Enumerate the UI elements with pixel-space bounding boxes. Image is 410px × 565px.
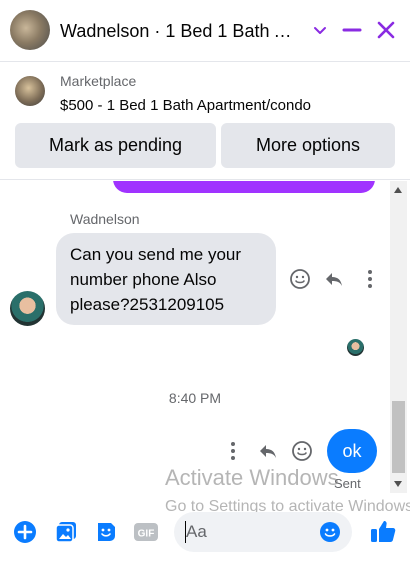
message-input-placeholder: Aa bbox=[186, 522, 207, 541]
sender-name: Wadnelson bbox=[70, 211, 140, 227]
photo-icon[interactable] bbox=[53, 519, 79, 545]
reply-icon[interactable] bbox=[322, 267, 346, 291]
sticker-icon[interactable] bbox=[93, 519, 119, 545]
previous-outgoing-bubble bbox=[113, 181, 375, 193]
incoming-message-bubble[interactable]: Can you send me your number phone Also p… bbox=[56, 233, 276, 325]
more-actions-icon[interactable] bbox=[221, 439, 245, 463]
more-options-button[interactable]: More options bbox=[221, 123, 395, 168]
plus-circle-icon[interactable] bbox=[12, 519, 38, 545]
scrollbar-thumb[interactable] bbox=[392, 401, 405, 473]
sender-avatar[interactable] bbox=[10, 291, 45, 326]
listing-title[interactable]: $500 - 1 Bed 1 Bath Apartment/condo bbox=[60, 97, 311, 114]
marketplace-listing-card: Marketplace $500 - 1 Bed 1 Bath Apartmen… bbox=[0, 62, 410, 180]
scroll-down-arrow-icon[interactable] bbox=[394, 481, 402, 487]
message-composer: GIF Aa bbox=[0, 500, 410, 565]
emoji-icon[interactable] bbox=[318, 520, 342, 544]
react-emoji-icon[interactable] bbox=[290, 439, 314, 463]
message-timestamp: 8:40 PM bbox=[168, 390, 222, 406]
reply-icon[interactable] bbox=[256, 439, 280, 463]
more-actions-icon[interactable] bbox=[358, 267, 382, 291]
thread-scrollbar[interactable] bbox=[390, 181, 407, 493]
gif-icon[interactable]: GIF bbox=[133, 519, 159, 545]
activation-watermark-title: Activate Windows bbox=[165, 465, 339, 490]
close-icon[interactable] bbox=[372, 16, 400, 44]
seen-by-avatar bbox=[347, 339, 364, 356]
mark-as-pending-button[interactable]: Mark as pending bbox=[15, 123, 216, 168]
react-emoji-icon[interactable] bbox=[288, 267, 312, 291]
thumbs-up-icon[interactable] bbox=[368, 516, 398, 546]
chat-header: Wadnelson · 1 Bed 1 Bath Apartment/condo bbox=[0, 0, 410, 62]
message-thread[interactable]: Wadnelson Can you send me your number ph… bbox=[0, 181, 390, 493]
svg-text:GIF: GIF bbox=[138, 529, 155, 540]
listing-source-label: Marketplace bbox=[60, 73, 137, 89]
contact-avatar[interactable] bbox=[10, 10, 50, 50]
scroll-up-arrow-icon[interactable] bbox=[394, 187, 402, 193]
chat-title[interactable]: Wadnelson · 1 Bed 1 Bath Apartment/condo bbox=[60, 21, 300, 42]
message-input[interactable]: Aa bbox=[174, 512, 352, 552]
minimize-icon[interactable] bbox=[338, 16, 366, 44]
listing-thumbnail[interactable] bbox=[15, 76, 45, 106]
chevron-down-icon[interactable] bbox=[306, 16, 334, 44]
